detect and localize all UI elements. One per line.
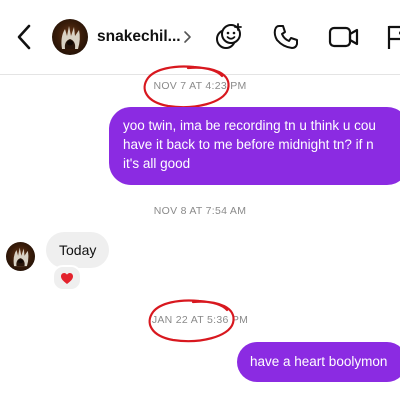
chevron-right-icon[interactable] — [180, 29, 194, 45]
outgoing-message[interactable]: have a heart boolymon — [237, 342, 400, 382]
timestamp: JAN 22 AT 5:36 PM — [151, 314, 249, 326]
message-line: yoo twin, ima be recording tn u think u … — [123, 118, 376, 133]
outgoing-message[interactable]: yoo twin, ima be recording tn u think u … — [109, 107, 400, 185]
avatar[interactable] — [6, 242, 35, 271]
timestamp: NOV 7 AT 4:23 PM — [153, 80, 247, 92]
message-line: have it back to me before midnight tn? i… — [123, 137, 374, 152]
phone-icon[interactable] — [272, 23, 300, 51]
chevron-left-icon[interactable] — [12, 22, 38, 52]
message-line: it's all good — [123, 156, 191, 171]
flag-icon[interactable] — [386, 24, 400, 50]
chat-header: snakechil... — [0, 0, 400, 75]
video-camera-icon[interactable] — [328, 24, 360, 50]
heart-icon — [61, 272, 73, 284]
message-text: have a heart boolymon — [250, 354, 388, 369]
contact-username[interactable]: snakechil... — [97, 28, 181, 46]
effects-icon[interactable] — [214, 22, 244, 52]
message-reaction[interactable] — [52, 265, 82, 291]
avatar[interactable] — [52, 19, 88, 55]
timestamp: NOV 8 AT 7:54 AM — [153, 205, 247, 217]
incoming-message[interactable]: Today — [46, 232, 110, 268]
